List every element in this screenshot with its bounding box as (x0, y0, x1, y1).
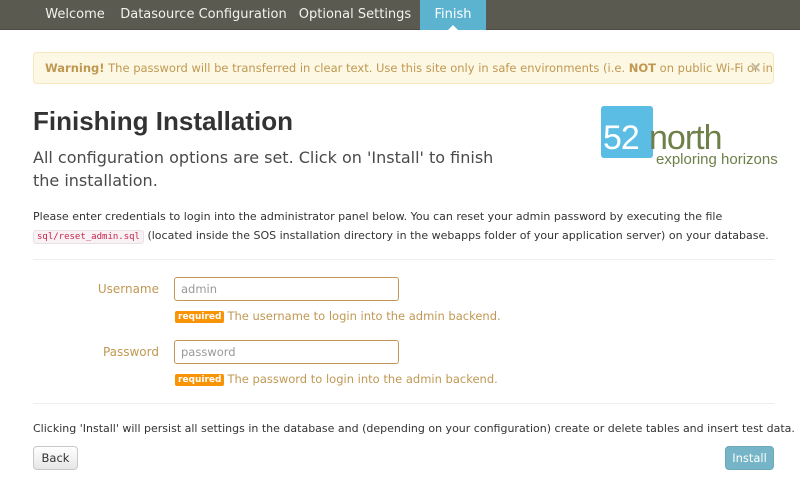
password-help: required The password to login into the a… (175, 372, 498, 386)
username-label: Username (97, 282, 159, 296)
warning-text-before: The password will be transferred in clea… (104, 61, 629, 75)
tab-finish[interactable]: Finish (420, 0, 486, 31)
tab-optional-settings-label: Optional Settings (298, 7, 412, 22)
tab-finish-label: Finish (434, 7, 472, 22)
wizard-nav: Welcome Datasource Configuration Optiona… (0, 0, 800, 31)
tab-welcome[interactable]: Welcome (33, 0, 117, 30)
username-help: required The username to login into the a… (175, 309, 501, 323)
tab-optional-settings[interactable]: Optional Settings (290, 0, 420, 30)
username-input[interactable] (174, 277, 399, 301)
warning-alert: Warning! The password will be transferre… (33, 52, 774, 84)
tab-datasource-configuration-label: Datasource Configuration (120, 7, 287, 22)
52north-logo: 52 north exploring horizons (601, 106, 781, 176)
username-help-text: The username to login into the admin bac… (227, 309, 501, 323)
password-input[interactable] (174, 340, 399, 364)
password-required-badge: required (175, 374, 225, 386)
close-icon[interactable]: × (749, 53, 762, 81)
install-info-text: Clicking 'Install' will persist all sett… (33, 422, 795, 435)
description-text-after: (located inside the SOS installation dir… (143, 229, 769, 242)
back-button[interactable]: Back (33, 446, 78, 470)
password-help-text: The password to login into the admin bac… (227, 372, 498, 386)
install-button[interactable]: Install (725, 446, 774, 470)
password-label: Password (102, 345, 159, 359)
divider-top (33, 259, 774, 260)
logo-tagline: exploring horizons (656, 151, 778, 168)
logo-number: 52 (603, 119, 640, 157)
credentials-description: Please enter credentials to login into t… (33, 207, 783, 247)
active-tab-caret (447, 25, 459, 31)
divider-bottom (33, 403, 774, 404)
username-required-badge: required (175, 311, 225, 323)
description-text-before: Please enter credentials to login into t… (33, 210, 723, 223)
lead-text: All configuration options are set. Click… (33, 148, 494, 190)
warning-emphasis: NOT (628, 61, 657, 75)
reset-sql-filename: sql/reset_admin.sql (33, 230, 144, 244)
tab-welcome-label: Welcome (45, 7, 105, 22)
tab-datasource-configuration[interactable]: Datasource Configuration (117, 0, 290, 30)
page-title: Finishing Installation (33, 106, 293, 136)
warning-label: Warning! (45, 61, 105, 75)
